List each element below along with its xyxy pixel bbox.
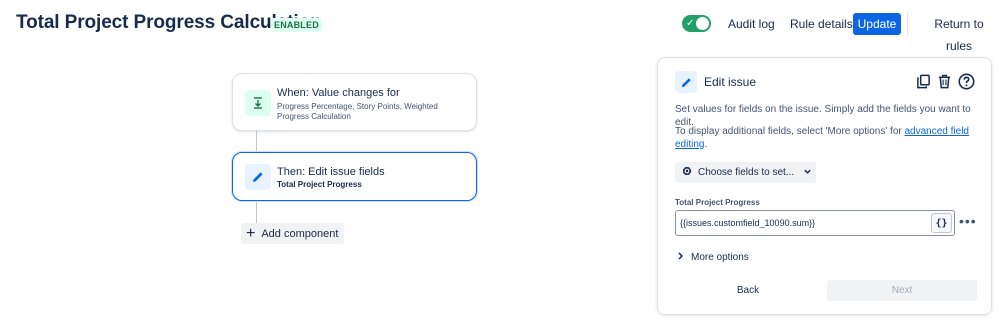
- choose-fields-label: Choose fields to set...: [698, 167, 795, 178]
- flow-connector: [256, 131, 257, 153]
- trigger-node[interactable]: When: Value changes for Progress Percent…: [232, 73, 477, 131]
- flow-connector: [256, 201, 257, 223]
- total-project-progress-field[interactable]: [675, 210, 955, 236]
- edit-issue-panel: Edit issue Set values for fields on the …: [657, 57, 992, 315]
- action-subtitle: Total Project Progress: [277, 180, 362, 189]
- more-actions-icon[interactable]: •••: [959, 214, 977, 228]
- plus-icon: +: [246, 224, 256, 242]
- smart-value-button[interactable]: {}: [931, 213, 952, 233]
- action-title: Then: Edit issue fields: [277, 166, 385, 178]
- rule-enabled-toggle[interactable]: ✓: [682, 15, 711, 32]
- trigger-subtitle: Progress Percentage, Story Points, Weigh…: [277, 102, 438, 121]
- audit-log-button[interactable]: Audit log: [726, 13, 777, 35]
- trigger-title: When: Value changes for: [277, 87, 400, 99]
- back-button[interactable]: Back: [718, 280, 778, 301]
- update-button[interactable]: Update: [853, 13, 901, 35]
- hint-prefix: To display additional fields, select 'Mo…: [675, 126, 905, 137]
- copy-icon[interactable]: [914, 72, 932, 90]
- choose-fields-dropdown[interactable]: Choose fields to set...: [675, 162, 816, 183]
- panel-hint: To display additional fields, select 'Mo…: [675, 125, 980, 151]
- rule-header: Total Project Progress Calculation ENABL…: [0, 0, 999, 53]
- help-icon[interactable]: [957, 72, 975, 90]
- chevron-down-icon: [803, 167, 812, 178]
- rule-details-button[interactable]: Rule details: [788, 13, 855, 35]
- field-label: Total Project Progress: [675, 198, 760, 207]
- gear-icon: [681, 165, 693, 180]
- check-icon: ✓: [686, 18, 695, 29]
- add-component-button[interactable]: + Add component: [241, 223, 344, 244]
- return-to-rules-button[interactable]: Return to rules: [919, 13, 999, 53]
- toggle-knob: [696, 17, 709, 30]
- pencil-icon: [245, 164, 271, 190]
- next-button[interactable]: Next: [827, 280, 977, 301]
- add-component-label: Add component: [261, 227, 339, 240]
- more-options-toggle[interactable]: More options: [677, 252, 749, 263]
- more-options-label: More options: [691, 252, 749, 263]
- delete-icon[interactable]: [935, 72, 953, 90]
- status-badge: ENABLED: [271, 18, 322, 32]
- chevron-right-icon: [677, 252, 684, 263]
- pencil-icon: [675, 71, 697, 93]
- hint-suffix: .: [704, 139, 708, 150]
- panel-title: Edit issue: [704, 75, 757, 89]
- header-divider: [907, 13, 908, 35]
- value-changed-icon: [245, 90, 271, 116]
- action-node[interactable]: Then: Edit issue fields Total Project Pr…: [232, 152, 477, 201]
